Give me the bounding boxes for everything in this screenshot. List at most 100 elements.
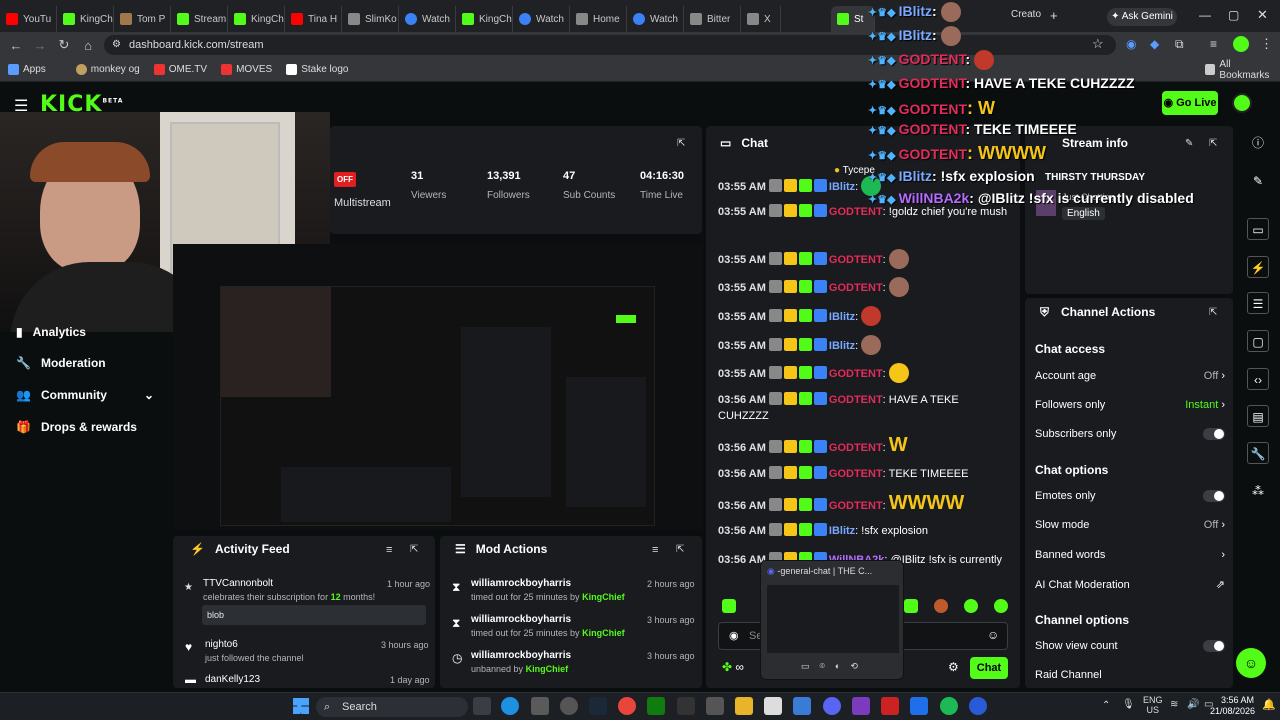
maximize-icon[interactable]: ▢	[1228, 8, 1239, 22]
emotes-only-toggle[interactable]	[1203, 490, 1225, 502]
popout-icon[interactable]: ⇱	[1209, 138, 1217, 149]
chat-message[interactable]: 03:56 AM GODTENT: W	[718, 435, 1008, 456]
browser-tab[interactable]: Watch	[627, 6, 684, 32]
notification-bell-icon[interactable]: 🔔	[1262, 698, 1276, 711]
all-bookmarks[interactable]: All Bookmarks	[1205, 59, 1280, 81]
help-support-icon[interactable]: ☺	[1236, 648, 1266, 678]
chat-username[interactable]: IBlitz	[829, 340, 855, 352]
ask-gemini-button[interactable]: ✦ Ask Gemini	[1107, 8, 1177, 26]
browser-tab[interactable]: KingCh	[57, 6, 114, 32]
browser-tab[interactable]: SlimKo	[342, 6, 399, 32]
account-age-row[interactable]: Account age Off ›	[1035, 370, 1225, 382]
emote-icon[interactable]	[904, 599, 918, 613]
popout-icon[interactable]: ⇱	[676, 544, 684, 555]
chat-username[interactable]: IBlitz	[829, 311, 855, 323]
chat-message[interactable]: 03:55 AM GODTENT:	[718, 363, 1008, 383]
raid-channel-row[interactable]: Raid Channel	[1035, 669, 1225, 681]
app-icon[interactable]	[969, 697, 987, 715]
browser-tab[interactable]: Bitter	[684, 6, 741, 32]
edit-pencil-icon[interactable]: ✎	[1185, 138, 1193, 149]
chat-message[interactable]: 03:56 AM GODTENT: WWWW	[718, 493, 1008, 514]
chat-username[interactable]: GODTENT	[829, 254, 883, 266]
taskbar-clock[interactable]: 3:56 AM 21/08/2026	[1210, 695, 1255, 717]
popout-icon[interactable]: ⇱	[1209, 307, 1217, 318]
chat-icon[interactable]: ▢	[1247, 330, 1269, 352]
chat-message[interactable]: 03:55 AM IBlitz:	[718, 306, 1008, 326]
sidebar-item-community[interactable]: 👥 Community ⌄	[16, 388, 154, 402]
chat-message[interactable]: 03:55 AM IBlitz:	[718, 335, 1008, 355]
task-view-icon[interactable]	[473, 697, 491, 715]
chat-message[interactable]: 03:55 AM GODTENT: !goldz chief you're mus…	[718, 204, 1008, 220]
chat-message[interactable]: 03:56 AM GODTENT: TEKE TIMEEEE	[718, 466, 1008, 482]
bookmark-item[interactable]: monkey og	[75, 64, 140, 75]
browser-tab[interactable]: YouTu	[0, 6, 57, 32]
chat-username[interactable]: IBlitz	[829, 525, 855, 537]
tray-chevron-icon[interactable]: ⌃	[1102, 700, 1110, 711]
chat-message[interactable]: 03:56 AM GODTENT: HAVE A TEKE CUHZZZZ	[718, 392, 1008, 424]
reload-icon[interactable]: ↻	[52, 37, 76, 53]
chat-username[interactable]: GODTENT	[829, 282, 883, 294]
send-chat-button[interactable]: Chat	[970, 657, 1008, 679]
app-icon[interactable]	[852, 697, 870, 715]
settings-gear-icon[interactable]: ⚙	[948, 660, 959, 674]
volume-icon[interactable]: 🔊	[1187, 699, 1199, 710]
browser-tab[interactable]: Tina H	[285, 6, 342, 32]
tab-creator[interactable]: Creato	[1011, 9, 1041, 20]
emote-icon[interactable]	[722, 599, 736, 613]
user-avatar[interactable]	[1232, 93, 1252, 113]
browser-tab[interactable]: KingCh	[456, 6, 513, 32]
filter-icon[interactable]: ≡	[386, 544, 392, 556]
sidebar-item-analytics[interactable]: ▮ Analytics	[16, 325, 86, 339]
emoji-picker-icon[interactable]: ◉	[729, 629, 739, 642]
chat-username[interactable]: IBlitz	[829, 181, 855, 193]
browser-tab[interactable]: Tom P	[114, 6, 171, 32]
chrome-icon[interactable]	[618, 697, 636, 715]
go-live-button[interactable]: ◉ Go Live	[1162, 91, 1218, 115]
slow-mode-row[interactable]: Slow mode Off ›	[1035, 519, 1225, 531]
chat-username[interactable]: GODTENT	[829, 468, 883, 480]
emote-icon[interactable]	[994, 599, 1008, 613]
browser-tab[interactable]: Home	[570, 6, 627, 32]
bookmark-apps[interactable]: Apps	[8, 64, 46, 75]
banned-words-row[interactable]: Banned words ›	[1035, 549, 1225, 561]
discord-controls[interactable]: ▭⌾◐⟲	[801, 661, 868, 672]
bookmark-item[interactable]: MOVES	[221, 64, 272, 75]
epic-games-icon[interactable]	[677, 697, 695, 715]
minimize-icon[interactable]: —	[1199, 8, 1211, 22]
points-icon[interactable]: ✤ ∞	[722, 660, 744, 674]
emote-icon[interactable]	[964, 599, 978, 613]
sidebar-item-moderation[interactable]: 🔧 Moderation	[16, 356, 106, 370]
edge-icon[interactable]	[501, 697, 519, 715]
discord-icon[interactable]	[823, 697, 841, 715]
chat-username[interactable]: GODTENT	[829, 368, 883, 380]
chat-message[interactable]: 03:55 AM GODTENT:	[718, 277, 1008, 297]
chat-username[interactable]: GODTENT	[829, 442, 883, 454]
chat-username[interactable]: GODTENT	[829, 206, 883, 218]
profile-avatar[interactable]	[1233, 36, 1249, 52]
home-icon[interactable]: ⌂	[76, 38, 100, 53]
xbox-icon[interactable]	[647, 697, 665, 715]
show-view-count-row[interactable]: Show view count	[1035, 640, 1225, 652]
file-explorer-icon[interactable]	[735, 697, 753, 715]
ai-moderation-row[interactable]: AI Chat Moderation ⇗	[1035, 578, 1225, 592]
bookmark-item[interactable]: OME.TV	[153, 64, 207, 75]
chat-username[interactable]: GODTENT	[829, 394, 883, 406]
chat-message[interactable]: 03:56 AM IBlitz: !sfx explosion	[718, 523, 1008, 539]
discord-preview-popup[interactable]: ◉ -general-chat | THE C... ▭⌾◐⟲	[760, 560, 904, 680]
menu-dots-icon[interactable]: ⋮	[1260, 36, 1273, 52]
filter-icon[interactable]: ≡	[652, 544, 658, 556]
info-icon[interactable]: ⓘ	[1247, 132, 1269, 154]
emotes-only-row[interactable]: Emotes only	[1035, 490, 1225, 502]
extension-icon[interactable]: ◆	[1150, 37, 1159, 51]
show-view-count-toggle[interactable]	[1203, 640, 1225, 652]
share-nodes-icon[interactable]: ⁂	[1247, 480, 1269, 502]
chat-message[interactable]: 03:55 AM GODTENT:	[718, 249, 1008, 269]
taskbar-search[interactable]: ⌕ Search	[316, 697, 468, 717]
smiley-icon[interactable]: ☺	[987, 628, 999, 642]
chat-username[interactable]: GODTENT	[829, 500, 883, 512]
settings-icon[interactable]	[706, 697, 724, 715]
list-icon[interactable]: ☰	[1247, 292, 1269, 314]
browser-tab[interactable]: Watch	[513, 6, 570, 32]
spotify-icon[interactable]	[940, 697, 958, 715]
media-controls-icon[interactable]: ≡	[1210, 37, 1217, 51]
